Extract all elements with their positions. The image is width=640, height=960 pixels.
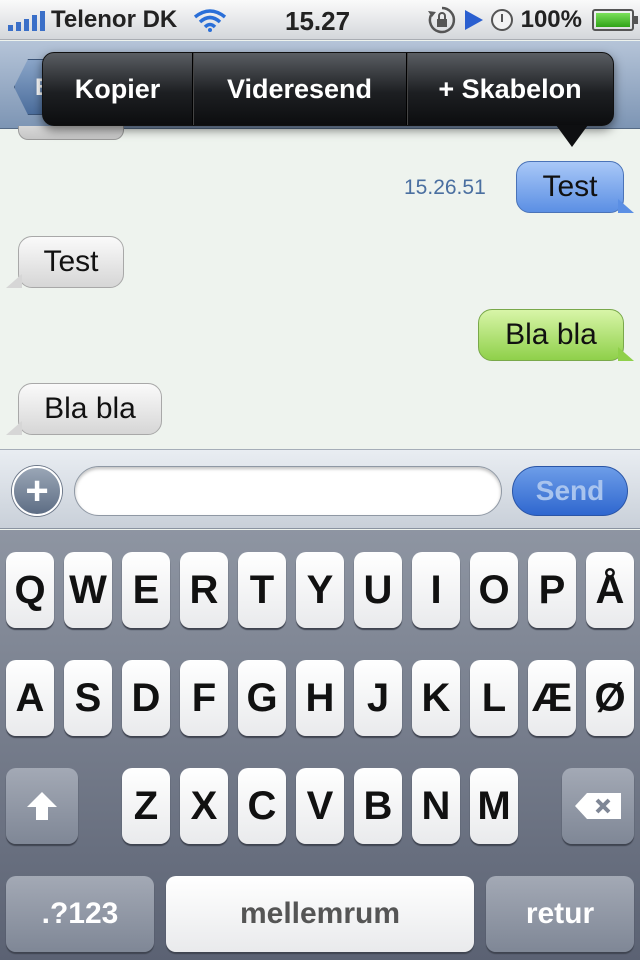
compose-bar: + Send bbox=[0, 449, 640, 529]
key-o[interactable]: O bbox=[470, 552, 518, 628]
clock: 15.27 bbox=[285, 6, 351, 36]
plus-icon: + bbox=[25, 469, 49, 513]
numbers-key[interactable]: .?123 bbox=[6, 876, 154, 952]
wifi-icon bbox=[194, 8, 227, 32]
key-a[interactable]: A bbox=[6, 660, 54, 736]
backspace-icon bbox=[575, 793, 621, 819]
message-timestamp: 15.26.51 bbox=[404, 176, 486, 199]
message-text: Bla bla bbox=[44, 392, 136, 425]
key-f[interactable]: F bbox=[180, 660, 228, 736]
key-g[interactable]: G bbox=[238, 660, 286, 736]
bubble-tail bbox=[6, 274, 22, 288]
send-button[interactable]: Send bbox=[512, 466, 628, 516]
key-ae[interactable]: Æ bbox=[528, 660, 576, 736]
previous-message-bubble[interactable] bbox=[18, 126, 124, 140]
message-text: Test bbox=[43, 245, 99, 278]
keyboard: Q W E R T Y U I O P Å A S D F G H J K L … bbox=[0, 530, 640, 960]
forward-menu-item[interactable]: Videresend bbox=[193, 53, 407, 125]
key-d[interactable]: D bbox=[122, 660, 170, 736]
bubble-tail bbox=[618, 347, 634, 361]
rotation-lock-icon bbox=[427, 6, 455, 34]
bubble-tail bbox=[6, 421, 22, 435]
alarm-icon bbox=[490, 9, 513, 31]
key-z[interactable]: Z bbox=[122, 768, 170, 844]
message-input[interactable] bbox=[74, 466, 502, 516]
key-s[interactable]: S bbox=[64, 660, 112, 736]
key-k[interactable]: K bbox=[412, 660, 460, 736]
key-y[interactable]: Y bbox=[296, 552, 344, 628]
shift-key[interactable] bbox=[6, 768, 78, 844]
key-u[interactable]: U bbox=[354, 552, 402, 628]
key-e[interactable]: E bbox=[122, 552, 170, 628]
key-q[interactable]: Q bbox=[6, 552, 54, 628]
received-message-bubble[interactable]: Test bbox=[18, 236, 124, 288]
carrier-name: Telenor DK bbox=[51, 5, 178, 33]
signal-icon bbox=[8, 9, 45, 31]
key-n[interactable]: N bbox=[412, 768, 460, 844]
key-aa[interactable]: Å bbox=[586, 552, 634, 628]
key-t[interactable]: T bbox=[238, 552, 286, 628]
play-icon bbox=[464, 10, 483, 30]
copy-menu-item[interactable]: Kopier bbox=[43, 53, 193, 125]
key-p[interactable]: P bbox=[528, 552, 576, 628]
backspace-key[interactable] bbox=[562, 768, 634, 844]
sent-message-bubble[interactable]: Test bbox=[516, 161, 624, 213]
key-h[interactable]: H bbox=[296, 660, 344, 736]
add-attachment-button[interactable]: + bbox=[12, 466, 62, 516]
context-menu-arrow bbox=[556, 125, 588, 147]
message-text: Bla bla bbox=[505, 318, 597, 351]
shift-arrow-icon bbox=[27, 792, 57, 820]
key-x[interactable]: X bbox=[180, 768, 228, 844]
key-i[interactable]: I bbox=[412, 552, 460, 628]
template-menu-item[interactable]: + Skabelon bbox=[407, 53, 613, 125]
status-bar: Telenor DK 15.27 100% bbox=[0, 0, 640, 40]
key-m[interactable]: M bbox=[470, 768, 518, 844]
key-oe[interactable]: Ø bbox=[586, 660, 634, 736]
key-w[interactable]: W bbox=[64, 552, 112, 628]
space-key[interactable]: mellemrum bbox=[166, 876, 474, 952]
key-c[interactable]: C bbox=[238, 768, 286, 844]
sent-message-bubble[interactable]: Bla bla bbox=[478, 309, 624, 361]
bubble-tail bbox=[618, 199, 634, 213]
battery-percent: 100% bbox=[520, 6, 582, 33]
key-v[interactable]: V bbox=[296, 768, 344, 844]
context-menu: Kopier Videresend + Skabelon bbox=[42, 52, 614, 126]
key-j[interactable]: J bbox=[354, 660, 402, 736]
battery-icon bbox=[592, 9, 638, 31]
key-l[interactable]: L bbox=[470, 660, 518, 736]
message-text: Test bbox=[542, 170, 598, 203]
key-r[interactable]: R bbox=[180, 552, 228, 628]
received-message-bubble[interactable]: Bla bla bbox=[18, 383, 162, 435]
key-b[interactable]: B bbox=[354, 768, 402, 844]
return-key[interactable]: retur bbox=[486, 876, 634, 952]
